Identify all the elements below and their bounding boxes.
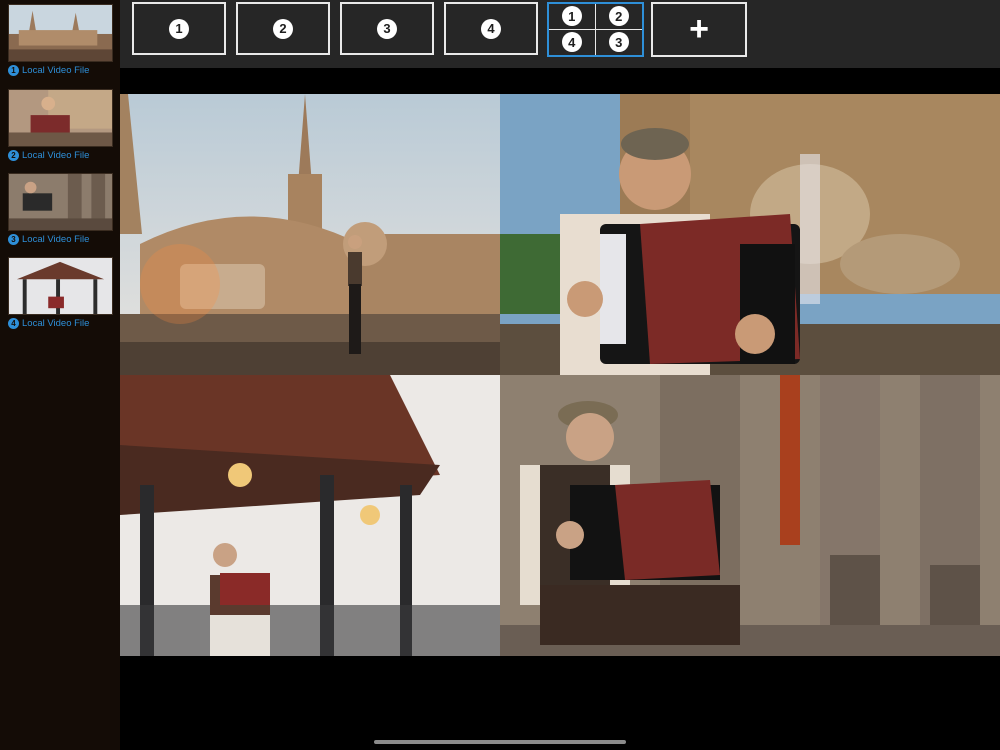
source-item-4[interactable]: 4 Local Video File bbox=[8, 257, 113, 329]
quad-cell: 2 bbox=[595, 4, 642, 30]
source-label-4: 4 Local Video File bbox=[8, 318, 113, 329]
video-pane-1[interactable] bbox=[120, 94, 500, 375]
source-item-3[interactable]: 3 Local Video File bbox=[8, 173, 113, 245]
source-label-1: 1 Local Video File bbox=[8, 65, 113, 76]
video-pane-4[interactable] bbox=[500, 375, 1000, 656]
camera-number: 2 bbox=[608, 6, 629, 27]
camera-2-button[interactable]: 2 bbox=[236, 2, 330, 55]
camera-number: 2 bbox=[273, 18, 293, 39]
source-thumbnail-3 bbox=[8, 173, 113, 231]
source-number-badge: 1 bbox=[8, 65, 19, 76]
source-label-text: Local Video File bbox=[22, 65, 90, 76]
source-thumbnail-2 bbox=[8, 89, 113, 147]
camera-number: 3 bbox=[377, 18, 397, 39]
source-item-2[interactable]: 2 Local Video File bbox=[8, 89, 113, 161]
plus-icon: + bbox=[689, 10, 709, 48]
source-label-3: 3 Local Video File bbox=[8, 234, 113, 245]
camera-number: 4 bbox=[561, 32, 582, 53]
camera-4-button[interactable]: 4 bbox=[444, 2, 538, 55]
source-thumbnail-4 bbox=[8, 257, 113, 315]
gazebo-shot-image bbox=[120, 375, 500, 656]
source-label-text: Local Video File bbox=[22, 150, 90, 161]
source-item-1[interactable]: 1 Local Video File bbox=[8, 4, 113, 76]
source-label-text: Local Video File bbox=[22, 234, 90, 245]
video-pane-2[interactable] bbox=[500, 94, 1000, 375]
source-label-text: Local Video File bbox=[22, 318, 90, 329]
home-indicator[interactable] bbox=[374, 740, 626, 744]
video-pane-3[interactable] bbox=[120, 375, 500, 656]
quad-view-button[interactable]: 1 2 4 3 bbox=[547, 2, 644, 57]
camera-number: 3 bbox=[608, 32, 629, 53]
camera-number: 1 bbox=[561, 6, 582, 27]
multiview-video-grid bbox=[120, 94, 1000, 656]
quad-cell: 3 bbox=[596, 30, 643, 56]
source-label-2: 2 Local Video File bbox=[8, 150, 113, 161]
quad-cell: 4 bbox=[549, 29, 596, 55]
source-thumbnail-1 bbox=[8, 4, 113, 62]
camera-switcher-bar: 1 2 3 4 1 2 4 3 + bbox=[120, 0, 1000, 68]
source-number-badge: 3 bbox=[8, 234, 19, 245]
seated-accordion-image bbox=[500, 375, 1000, 656]
camera-1-button[interactable]: 1 bbox=[132, 2, 226, 55]
camera-3-button[interactable]: 3 bbox=[340, 2, 434, 55]
camera-number: 1 bbox=[169, 18, 189, 39]
source-number-badge: 2 bbox=[8, 150, 19, 161]
accordion-closeup-image bbox=[500, 94, 1000, 375]
cathedral-wide-shot-image bbox=[120, 94, 500, 375]
quad-cell: 1 bbox=[549, 4, 596, 30]
add-view-button[interactable]: + bbox=[651, 2, 747, 57]
camera-number: 4 bbox=[481, 18, 501, 39]
source-sidebar: 1 Local Video File 2 Local Video File 3 … bbox=[0, 0, 120, 750]
source-number-badge: 4 bbox=[8, 318, 19, 329]
